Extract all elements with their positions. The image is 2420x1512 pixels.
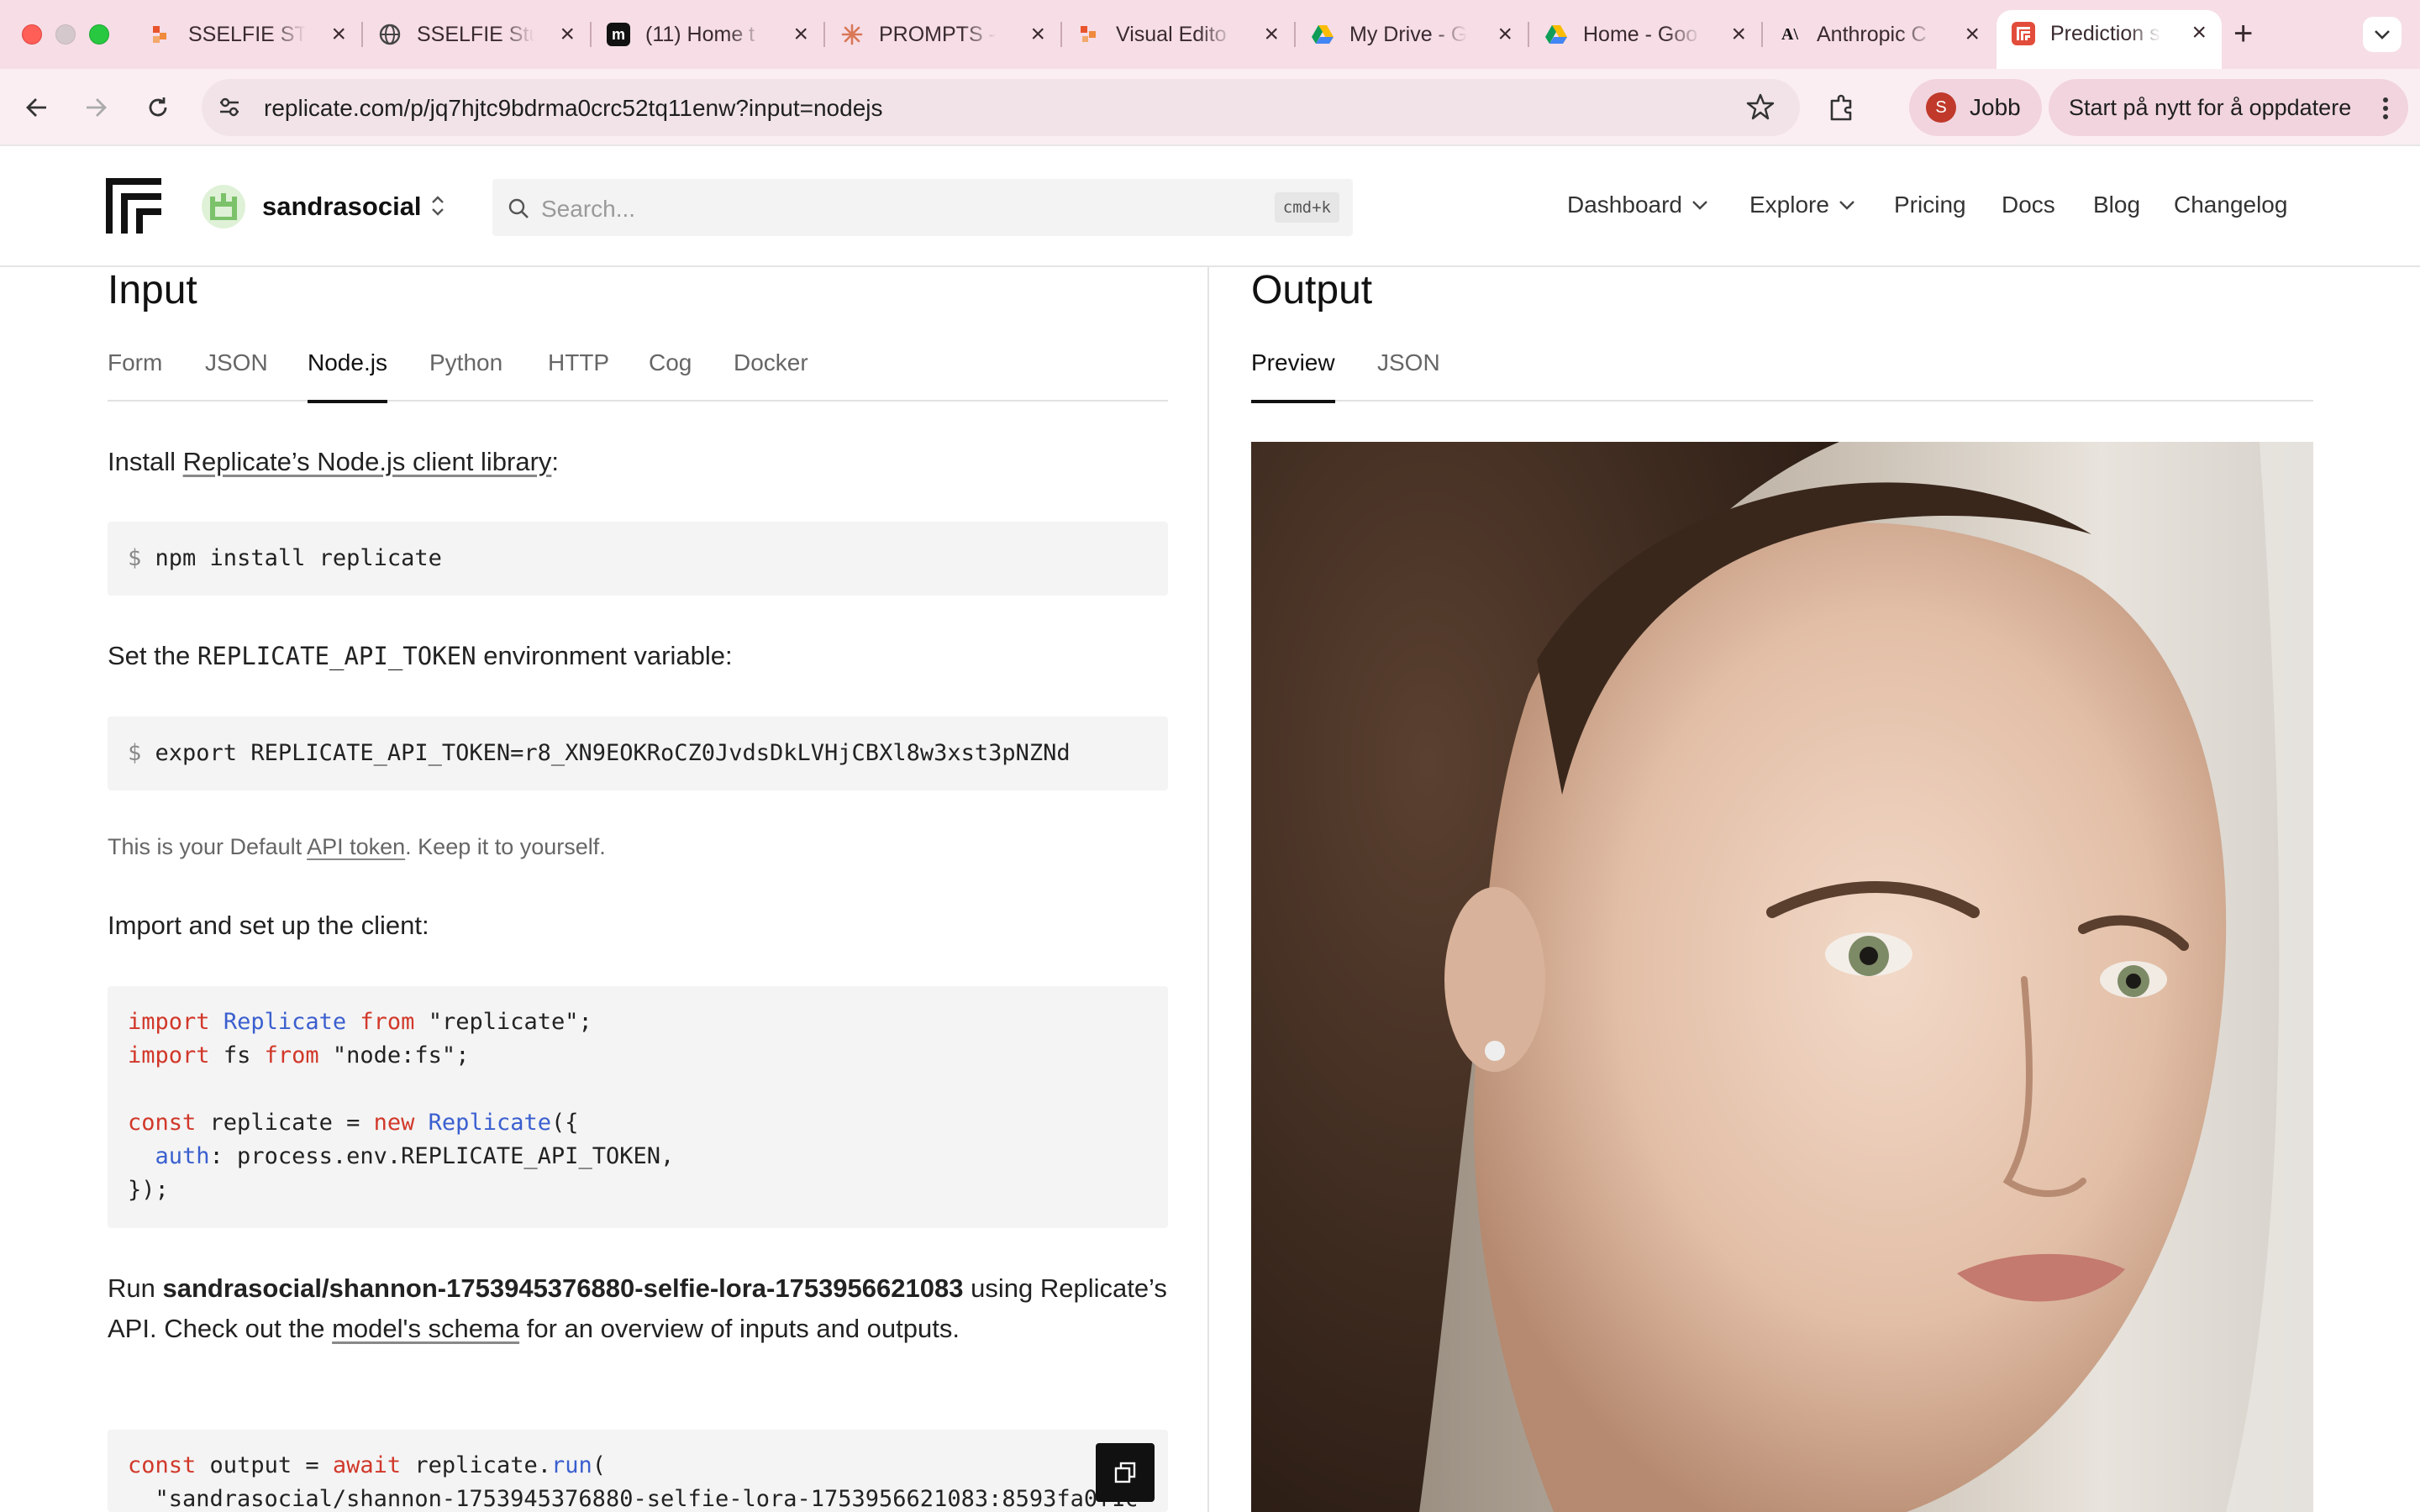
nav-docs[interactable]: Docs	[2002, 192, 2055, 218]
input-tabs: Form JSON Node.js Python HTTP Cog Docker	[108, 346, 1168, 403]
export-code-block[interactable]: $ export REPLICATE_API_TOKEN=r8_XN9EOKRo…	[108, 717, 1168, 790]
tab-close-icon[interactable]: ×	[560, 22, 575, 47]
m-logo-icon: m	[607, 23, 630, 46]
token-note: This is your Default API token. Keep it …	[108, 834, 606, 859]
tab-close-icon[interactable]: ×	[1497, 22, 1512, 47]
copy-icon	[1114, 1462, 1136, 1483]
nav-blog[interactable]: Blog	[2093, 192, 2140, 218]
tab-close-icon[interactable]: ×	[793, 22, 808, 47]
tab-close-icon[interactable]: ×	[331, 22, 346, 47]
tab-close-icon[interactable]: ×	[2191, 20, 2207, 45]
reload-icon	[149, 97, 167, 117]
address-bar[interactable]: replicate.com/p/jq7hjtc9bdrma0crc52tq11e…	[202, 79, 1800, 136]
client-setup-code-block[interactable]: import Replicate from "replicate"; impor…	[108, 986, 1168, 1228]
browser-tab[interactable]: SSELFIE ST ×	[134, 12, 361, 57]
chevron-down-icon	[2375, 30, 2390, 39]
nav-changelog[interactable]: Changelog	[2174, 192, 2287, 218]
tab-cog[interactable]: Cog	[649, 349, 692, 376]
tab-http[interactable]: HTTP	[548, 349, 609, 376]
output-portrait-image[interactable]	[1251, 442, 2313, 1512]
site-header: sandrasocial Search... cmd+k Dashboard E…	[0, 148, 2420, 267]
tab-close-icon[interactable]: ×	[1731, 22, 1746, 47]
globe-icon	[378, 23, 402, 46]
model-name: sandrasocial/shannon-1753945376880-selfi…	[162, 1273, 964, 1303]
new-tab-button[interactable]: +	[2233, 17, 2253, 50]
bookmark-star-icon[interactable]	[1746, 92, 1775, 125]
browser-tab-active[interactable]: Prediction s ×	[1996, 10, 2222, 69]
search-input[interactable]: Search... cmd+k	[492, 179, 1353, 236]
window-minimize-button[interactable]	[55, 24, 76, 45]
browser-toolbar: replicate.com/p/jq7hjtc9bdrma0crc52tq11e…	[0, 69, 2420, 146]
tab-close-icon[interactable]: ×	[1030, 22, 1045, 47]
site-settings-icon[interactable]	[217, 94, 242, 123]
nodejs-client-library-link[interactable]: Replicate’s Node.js client library	[183, 447, 552, 476]
import-heading: Import and set up the client:	[108, 911, 429, 940]
google-drive-icon	[1544, 23, 1568, 46]
browser-tab-strip: SSELFIE ST × SSELFIE Stu × m (11) Home t…	[0, 0, 2420, 69]
browser-tab[interactable]: PROMPTS - ×	[825, 12, 1060, 57]
tab-close-icon[interactable]: ×	[1965, 22, 1980, 47]
api-token-link[interactable]: API token	[307, 834, 405, 859]
url-text[interactable]: replicate.com/p/jq7hjtc9bdrma0crc52tq11e…	[264, 95, 883, 122]
figma-like-orange-icon	[150, 23, 173, 46]
anthropic-logo-icon: A\	[1781, 24, 1798, 44]
browser-tab[interactable]: A\ Anthropic C ×	[1763, 12, 1995, 57]
chevron-down-icon	[1839, 201, 1854, 210]
tab-nodejs[interactable]: Node.js	[308, 349, 387, 403]
claude-sunburst-icon	[840, 23, 864, 46]
search-shortcut-hint: cmd+k	[1274, 192, 1339, 223]
output-title: Output	[1251, 268, 1373, 312]
forward-button[interactable]	[76, 87, 116, 128]
model-schema-link[interactable]: model's schema	[332, 1314, 519, 1343]
orange-squares-icon	[1077, 23, 1101, 46]
nav-explore[interactable]: Explore	[1749, 192, 1856, 218]
tab-docker[interactable]: Docker	[734, 349, 808, 376]
avatar: S	[1926, 92, 1956, 123]
org-name[interactable]: sandrasocial	[262, 192, 422, 222]
replicate-logo-icon[interactable]	[106, 178, 161, 234]
back-button[interactable]	[17, 87, 57, 128]
chevron-down-icon	[1692, 201, 1707, 210]
nav-dashboard[interactable]: Dashboard	[1567, 192, 1709, 218]
search-icon	[508, 197, 529, 223]
install-instruction: Install Replicate’s Node.js client libra…	[108, 447, 560, 476]
copy-code-button[interactable]	[1096, 1443, 1155, 1502]
run-code-block[interactable]: const output = await replicate.run( "san…	[108, 1430, 1168, 1512]
update-button[interactable]: Start på nytt for å oppdatere	[2049, 79, 2408, 136]
browser-tab[interactable]: m (11) Home t ×	[592, 12, 823, 57]
run-instruction: Run sandrasocial/shannon-1753945376880-s…	[108, 1273, 1167, 1343]
browser-tab[interactable]: SSELFIE Stu ×	[363, 12, 590, 57]
nav-pricing[interactable]: Pricing	[1894, 192, 1966, 218]
tab-python[interactable]: Python	[429, 349, 502, 376]
org-avatar[interactable]	[202, 185, 245, 228]
install-code-block[interactable]: $ npm install replicate	[108, 522, 1168, 596]
profile-button[interactable]: S Jobb	[1909, 79, 2042, 136]
window-maximize-button[interactable]	[89, 24, 109, 45]
tab-preview[interactable]: Preview	[1251, 349, 1335, 403]
browser-tab[interactable]: My Drive - G ×	[1296, 12, 1528, 57]
reload-button[interactable]	[138, 87, 178, 128]
arrow-right-icon	[87, 98, 107, 117]
tab-form[interactable]: Form	[108, 349, 162, 376]
window-close-button[interactable]	[22, 24, 42, 45]
env-instruction: Set the REPLICATE_API_TOKEN environment …	[108, 641, 733, 670]
tab-json[interactable]: JSON	[205, 349, 268, 376]
more-vertical-icon[interactable]	[2381, 96, 2390, 125]
browser-tab[interactable]: Home - Goo ×	[1529, 12, 1761, 57]
browser-tab[interactable]: Visual Edito ×	[1062, 12, 1294, 57]
tab-close-icon[interactable]: ×	[1264, 22, 1279, 47]
tab-output-json[interactable]: JSON	[1377, 349, 1440, 376]
extensions-puzzle-icon[interactable]	[1825, 91, 1859, 129]
tab-search-button[interactable]	[2363, 17, 2402, 52]
google-drive-icon	[1311, 23, 1334, 46]
chevron-up-down-icon[interactable]	[429, 193, 447, 223]
panel-divider	[1207, 267, 1209, 1512]
replicate-logo-icon	[2012, 22, 2035, 45]
output-tabs: Preview JSON	[1251, 346, 2313, 403]
input-title: Input	[108, 268, 197, 312]
arrow-left-icon	[26, 98, 46, 117]
